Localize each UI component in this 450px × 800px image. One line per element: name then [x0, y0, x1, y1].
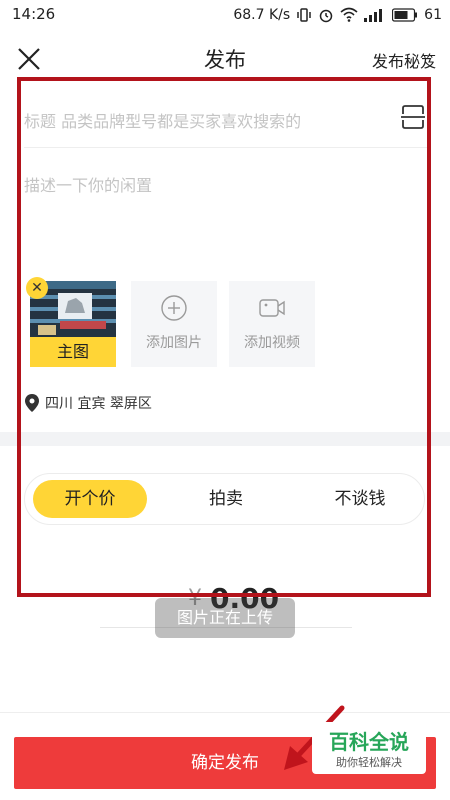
watermark-title: 百科全说 — [329, 730, 409, 754]
title-field[interactable]: 标题 品类品牌型号都是买家喜欢搜索的 — [24, 100, 429, 148]
upload-toast: 图片正在上传 — [155, 598, 295, 638]
battery-icon — [392, 8, 418, 22]
alarm-icon — [319, 9, 333, 23]
status-bar: 14:26 68.7 K/s 61 — [0, 0, 450, 30]
add-photo-button[interactable]: 添加图片 — [131, 281, 217, 367]
add-video-button[interactable]: 添加视频 — [229, 281, 315, 367]
watermark-logo: 百科全说 助你轻松解决 — [312, 722, 426, 774]
plus-circle-icon — [161, 295, 187, 321]
title-placeholder: 标题 品类品牌型号都是买家喜欢搜索的 — [24, 112, 302, 131]
bottom-divider — [0, 712, 450, 713]
vibrate-icon — [297, 8, 311, 22]
status-time: 14:26 — [12, 5, 56, 23]
tab-make-offer[interactable]: 开个价 — [33, 480, 147, 518]
add-photo-label: 添加图片 — [146, 335, 202, 351]
main-image-label: 主图 — [30, 337, 116, 367]
wifi-icon — [340, 7, 358, 22]
tab-auction[interactable]: 拍卖 — [169, 480, 283, 518]
battery-level: 61 — [424, 7, 442, 23]
net-speed: 68.7 K/s — [233, 7, 291, 23]
price-type-tabs: 开个价 拍卖 不谈钱 — [24, 473, 425, 525]
publish-tips-link[interactable]: 发布秘笈 — [372, 48, 436, 72]
scan-icon[interactable] — [400, 104, 426, 130]
add-video-label: 添加视频 — [244, 335, 300, 351]
location-selector[interactable]: 四川 宜宾 翠屏区 — [25, 393, 152, 413]
status-icons: 68.7 K/s 61 — [233, 4, 442, 26]
watermark-subtitle: 助你轻松解决 — [336, 756, 402, 769]
remove-image-button[interactable]: ✕ — [26, 277, 48, 299]
location-pin-icon — [25, 394, 39, 412]
signal-icon — [364, 9, 383, 22]
description-field[interactable]: 描述一下你的闲置 — [24, 172, 152, 196]
location-text: 四川 宜宾 翠屏区 — [45, 396, 152, 412]
section-divider — [0, 432, 450, 446]
tab-free[interactable]: 不谈钱 — [303, 480, 417, 518]
nav-bar: 发布 发布秘笈 — [0, 32, 450, 84]
video-camera-icon — [259, 299, 285, 317]
